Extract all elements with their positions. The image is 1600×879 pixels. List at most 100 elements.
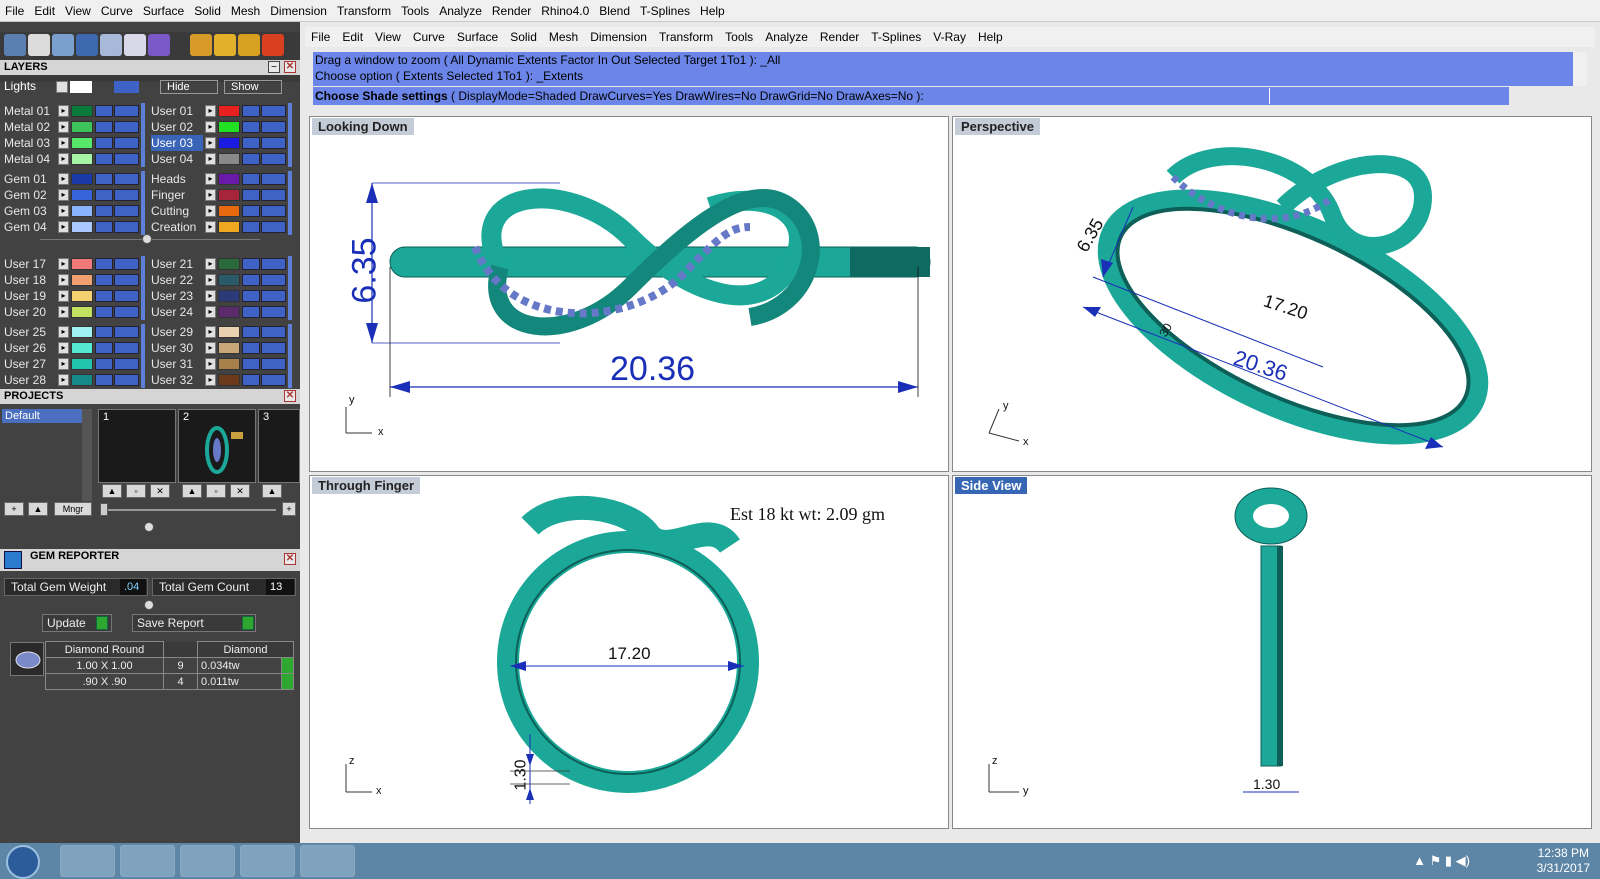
layer-name[interactable]: Gem 01 (4, 171, 56, 187)
layer-name[interactable]: User 24 (151, 304, 203, 320)
menu-item-mesh[interactable]: Mesh (226, 4, 265, 18)
layer-row[interactable]: Gem 04 ▸ (4, 219, 145, 235)
lights-arrow-icon[interactable] (56, 81, 68, 93)
lock-icon[interactable] (242, 358, 260, 370)
layer-name[interactable]: Metal 03 (4, 135, 56, 151)
clock[interactable]: 12:38 PM 3/31/2017 (1537, 846, 1590, 876)
layer-color-swatch[interactable] (71, 274, 93, 286)
cube-icon[interactable] (76, 34, 98, 56)
manager-button[interactable]: Mngr (54, 502, 92, 516)
layer-color-swatch[interactable] (218, 374, 240, 386)
layer-row[interactable]: User 19 ▸ (4, 288, 145, 304)
viewport-title[interactable]: Through Finger (312, 477, 421, 494)
lock-icon[interactable] (95, 205, 113, 217)
layer-color-swatch[interactable] (71, 221, 93, 233)
visibility-icon[interactable] (114, 374, 139, 386)
layer-arrow-icon[interactable]: ▸ (205, 258, 216, 270)
save-report-arrow-icon[interactable] (242, 616, 254, 630)
menu-item-tools[interactable]: Tools (396, 4, 434, 18)
visibility-icon[interactable] (114, 205, 139, 217)
menu-item-rhino4-0[interactable]: Rhino4.0 (536, 4, 594, 18)
command-menu-item-surface[interactable]: Surface (451, 30, 504, 44)
layer-name[interactable]: User 21 (151, 256, 203, 272)
layer-arrow-icon[interactable]: ▸ (58, 358, 69, 370)
layer-row[interactable]: Gem 01 ▸ (4, 171, 145, 187)
lock-icon[interactable] (242, 306, 260, 318)
move-up-icon[interactable]: ▲ (28, 502, 48, 516)
command-menu-item-help[interactable]: Help (972, 30, 1009, 44)
command-menu-item-render[interactable]: Render (814, 30, 865, 44)
visibility-icon[interactable] (261, 121, 286, 133)
visibility-icon[interactable] (261, 258, 286, 270)
layer-arrow-icon[interactable]: ▸ (205, 306, 216, 318)
collapse-knob-icon[interactable] (142, 234, 152, 244)
row-arrow-icon[interactable] (281, 673, 294, 690)
layer-color-swatch[interactable] (218, 105, 240, 117)
minimize-icon[interactable]: – (268, 61, 280, 73)
zoom-slider-handle[interactable] (100, 503, 108, 516)
thumb-delete-icon[interactable]: ✕ (150, 484, 170, 498)
viewport-title[interactable]: Looking Down (312, 118, 414, 135)
visibility-icon[interactable] (261, 374, 286, 386)
layer-name[interactable]: User 31 (151, 356, 203, 372)
lights-toggle[interactable] (114, 81, 139, 93)
layer-color-swatch[interactable] (71, 326, 93, 338)
layer-color-swatch[interactable] (218, 221, 240, 233)
menu-item-help[interactable]: Help (695, 4, 730, 18)
lock-icon[interactable] (95, 358, 113, 370)
menu-item-transform[interactable]: Transform (332, 4, 396, 18)
layer-color-swatch[interactable] (218, 189, 240, 201)
command-menu-item-analyze[interactable]: Analyze (759, 30, 814, 44)
layer-color-swatch[interactable] (71, 342, 93, 354)
lock-icon[interactable] (95, 306, 113, 318)
visibility-icon[interactable] (261, 137, 286, 149)
layer-arrow-icon[interactable]: ▸ (205, 205, 216, 217)
layer-arrow-icon[interactable]: ▸ (205, 374, 216, 386)
layer-arrow-icon[interactable]: ▸ (205, 137, 216, 149)
start-button-icon[interactable] (6, 845, 40, 879)
layer-name[interactable]: Cutting (151, 203, 203, 219)
layer-row[interactable]: Metal 02 ▸ (4, 119, 145, 135)
lock-icon[interactable] (242, 153, 260, 165)
viewport-title[interactable]: Side View (955, 477, 1028, 494)
visibility-icon[interactable] (261, 326, 286, 338)
layer-name[interactable]: Finger (151, 187, 203, 203)
layer-name[interactable]: User 26 (4, 340, 56, 356)
table-row[interactable]: 1.00 X 1.00 9 0.034tw (45, 657, 294, 674)
layer-arrow-icon[interactable]: ▸ (58, 173, 69, 185)
layer-color-swatch[interactable] (71, 290, 93, 302)
thumb-up-icon[interactable]: ▲ (262, 484, 282, 498)
menu-item-solid[interactable]: Solid (189, 4, 226, 18)
layer-name[interactable]: User 02 (151, 119, 203, 135)
project-default[interactable]: Default (2, 409, 82, 423)
layer-arrow-icon[interactable]: ▸ (58, 374, 69, 386)
layer-name[interactable]: User 23 (151, 288, 203, 304)
layer-arrow-icon[interactable]: ▸ (58, 326, 69, 338)
lock-icon[interactable] (242, 105, 260, 117)
visibility-icon[interactable] (261, 306, 286, 318)
camera-icon[interactable] (190, 34, 212, 56)
lock-icon[interactable] (95, 374, 113, 386)
document-icon[interactable] (100, 34, 122, 56)
visibility-icon[interactable] (114, 306, 139, 318)
prompt-options[interactable]: ( DisplayMode=Shaded DrawCurves=Yes Draw… (448, 89, 924, 103)
visibility-icon[interactable] (114, 358, 139, 370)
thumb-save-icon[interactable]: ▫ (206, 484, 226, 498)
visibility-icon[interactable] (114, 342, 139, 354)
projects-scrollbar[interactable] (82, 409, 92, 501)
layer-row[interactable]: User 30 ▸ (151, 340, 292, 356)
layer-arrow-icon[interactable]: ▸ (58, 105, 69, 117)
command-menu-item-curve[interactable]: Curve (407, 30, 451, 44)
layer-row[interactable]: Metal 04 ▸ (4, 151, 145, 167)
layer-arrow-icon[interactable]: ▸ (58, 221, 69, 233)
menu-item-analyze[interactable]: Analyze (434, 4, 487, 18)
history-scrollbar[interactable] (1573, 52, 1587, 86)
layer-color-swatch[interactable] (218, 326, 240, 338)
layer-name[interactable]: User 22 (151, 272, 203, 288)
visibility-icon[interactable] (261, 153, 286, 165)
close-view-icon[interactable] (262, 34, 284, 56)
layer-color-swatch[interactable] (71, 153, 93, 165)
show-button[interactable]: Show (224, 80, 282, 94)
layer-name[interactable]: User 32 (151, 372, 203, 388)
layer-name[interactable]: User 27 (4, 356, 56, 372)
